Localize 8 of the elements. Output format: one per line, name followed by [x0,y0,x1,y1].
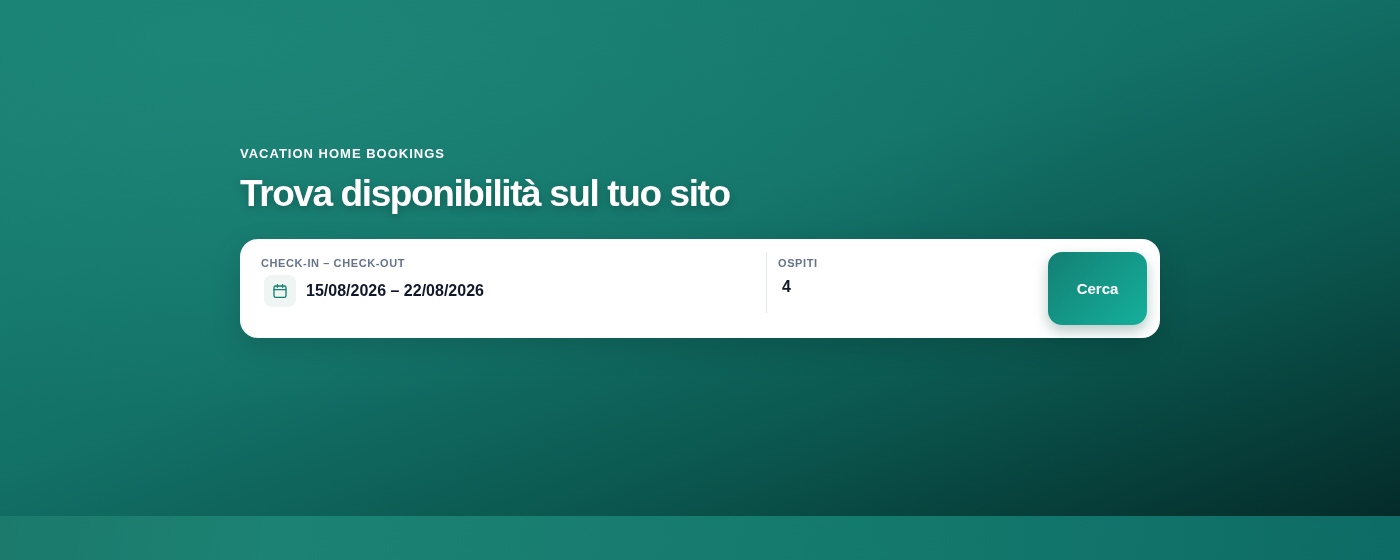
field-label: OSPITI [778,256,819,270]
guests-field[interactable]: 4 [782,275,982,299]
page-title: Trova disponibilità sul tuo sito [240,172,730,216]
search-button[interactable]: Cerca [1048,252,1147,325]
field-label: CHECK-IN – CHECK-OUT [261,256,406,270]
date-range-field[interactable]: 15/08/2026 – 22/08/2026 [264,275,766,307]
calendar-icon [264,275,296,307]
eyebrow-text: VACATION HOME BOOKINGS [240,146,446,162]
